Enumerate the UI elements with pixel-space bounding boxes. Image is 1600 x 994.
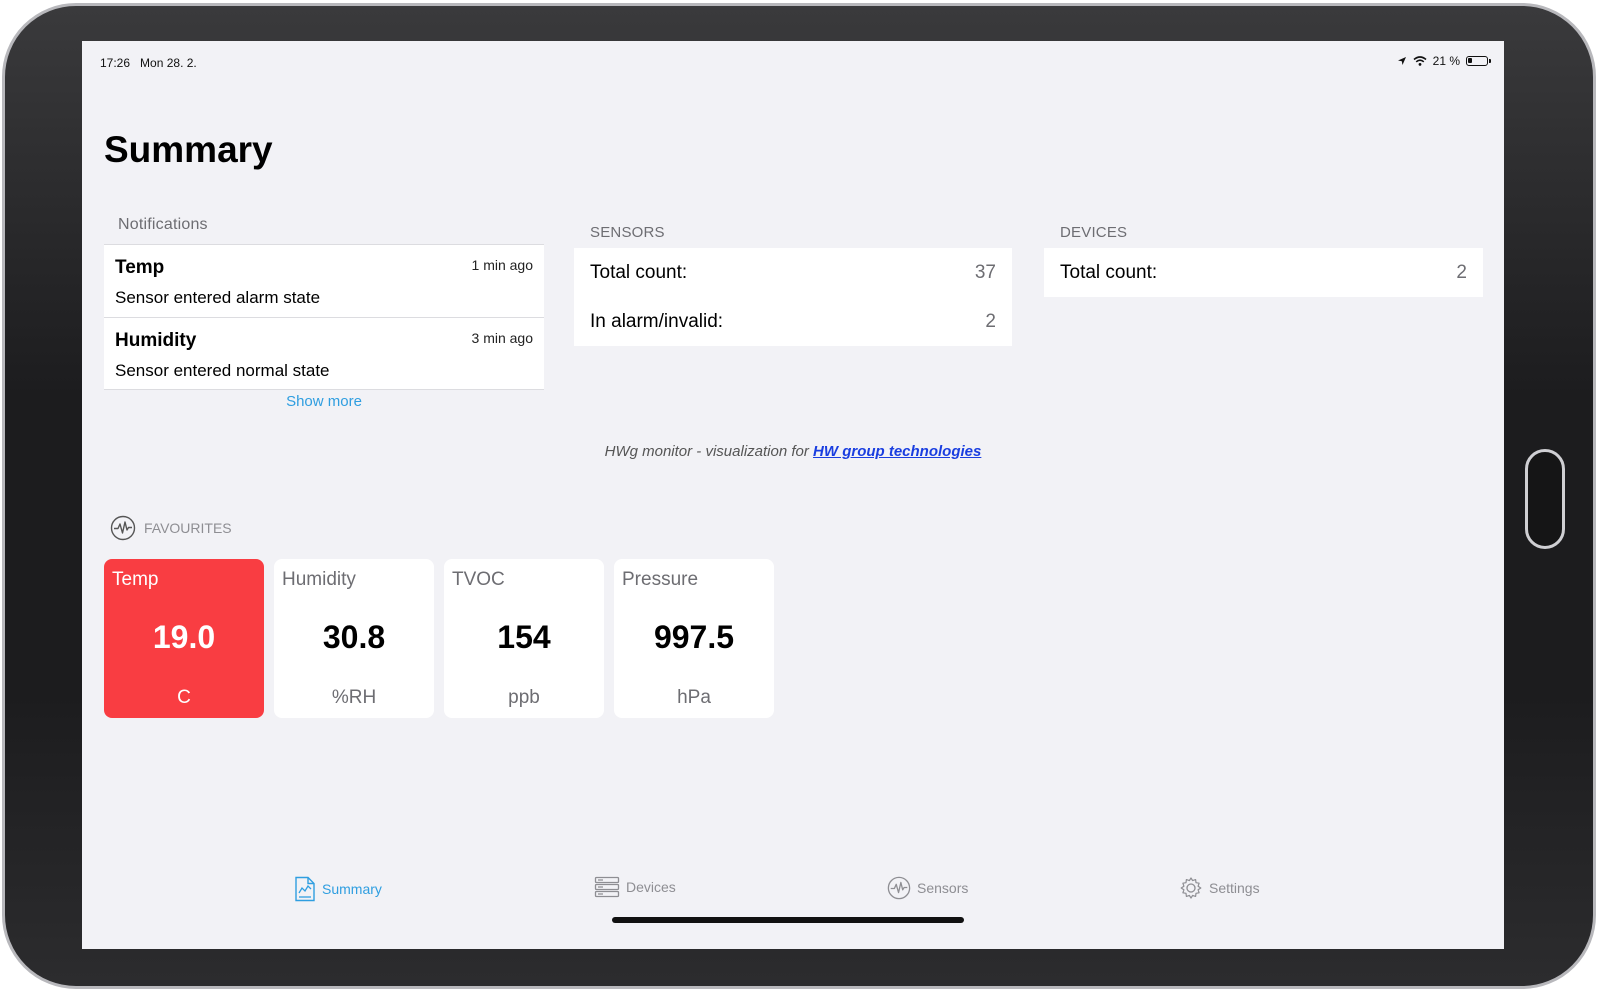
hw-group-link[interactable]: HW group technologies: [813, 443, 981, 460]
notification-message: Sensor entered alarm state: [115, 288, 321, 307]
favourites-header: FAVOURITES: [110, 515, 232, 541]
stat-label: Total count:: [1060, 262, 1158, 283]
tile-name: Humidity: [282, 569, 356, 590]
tile-unit: %RH: [331, 687, 377, 708]
tile-name: Pressure: [622, 569, 699, 590]
server-icon: [594, 876, 620, 898]
home-indicator[interactable]: [612, 917, 964, 923]
tile-value: 30.8: [322, 619, 386, 655]
devices-header: DEVICES: [1060, 224, 1128, 241]
tile-unit: C: [177, 687, 191, 708]
stat-value: 2: [1456, 262, 1467, 283]
tile-name: Temp: [112, 569, 159, 590]
favourites-label: FAVOURITES: [144, 520, 232, 536]
location-icon: [1397, 57, 1406, 65]
favourite-tile-pressure[interactable]: Pressure 997.5 hPa: [614, 559, 774, 718]
notification-title: Humidity: [115, 330, 197, 351]
favourite-tile-temp[interactable]: Temp 19.0 C: [104, 559, 264, 718]
favourite-tile-humidity[interactable]: Humidity 30.8 %RH: [274, 559, 434, 718]
tab-bar: Summary Devices Sensors Settings: [82, 861, 1504, 921]
stat-label: Total count:: [590, 262, 688, 283]
notification-message: Sensor entered normal state: [115, 361, 330, 380]
tab-label: Summary: [322, 881, 382, 897]
document-chart-icon: [295, 876, 315, 902]
footer-credit: HWg monitor - visualization for HW group…: [82, 443, 1504, 460]
home-button: [1525, 449, 1565, 549]
notification-item[interactable]: Humidity 3 min ago Sensor entered normal…: [104, 317, 544, 390]
footer-text: HWg monitor - visualization for: [604, 443, 814, 460]
notification-time: 3 min ago: [471, 330, 533, 346]
tab-summary[interactable]: Summary: [294, 876, 382, 902]
notifications-header: Notifications: [118, 216, 208, 233]
status-right: 21 %: [1397, 54, 1491, 68]
status-bar: 17:26 Mon 28. 2. 21 %: [82, 41, 1504, 81]
stat-value: 2: [985, 311, 996, 332]
tab-label: Sensors: [917, 880, 969, 896]
tile-value: 997.5: [653, 619, 735, 655]
pulse-icon: [110, 515, 136, 541]
notification-item[interactable]: Temp 1 min ago Sensor entered alarm stat…: [104, 244, 544, 317]
stat-label: In alarm/invalid:: [590, 311, 724, 332]
page-title: Summary: [104, 129, 273, 170]
sensors-alarm-row[interactable]: In alarm/invalid: 2: [574, 297, 1012, 346]
battery-percent: 21 %: [1432, 54, 1460, 68]
devices-total-row[interactable]: Total count: 2: [1044, 248, 1483, 297]
tile-name: TVOC: [452, 569, 505, 590]
tab-label: Devices: [626, 879, 676, 895]
notification-title: Temp: [115, 257, 165, 278]
gear-icon: [1180, 877, 1202, 899]
tile-value: 154: [497, 619, 551, 655]
tab-label: Settings: [1209, 880, 1260, 896]
tile-unit: ppb: [508, 687, 540, 708]
tab-sensors[interactable]: Sensors: [887, 876, 968, 900]
notification-time: 1 min ago: [471, 257, 533, 273]
show-more-link[interactable]: Show more: [104, 393, 544, 410]
tile-unit: hPa: [677, 687, 711, 708]
status-time-date: 17:26 Mon 28. 2.: [100, 56, 197, 70]
battery-icon: [1466, 56, 1491, 66]
sensors-card: Total count: 37 In alarm/invalid: 2: [574, 248, 1012, 346]
stat-value: 37: [974, 262, 996, 283]
notifications-list: Temp 1 min ago Sensor entered alarm stat…: [104, 244, 544, 390]
tab-devices[interactable]: Devices: [594, 876, 676, 898]
tab-settings[interactable]: Settings: [1179, 876, 1260, 900]
sensors-total-row[interactable]: Total count: 37: [574, 248, 1012, 297]
pulse-icon: [887, 876, 911, 900]
favourite-tile-tvoc[interactable]: TVOC 154 ppb: [444, 559, 604, 718]
wifi-icon: [1413, 56, 1427, 66]
devices-card: Total count: 2: [1044, 248, 1483, 297]
sensors-header: SENSORS: [590, 224, 665, 241]
tile-value: 19.0: [152, 619, 216, 655]
screen: 17:26 Mon 28. 2. 21 % Summary Notificati…: [82, 41, 1504, 949]
